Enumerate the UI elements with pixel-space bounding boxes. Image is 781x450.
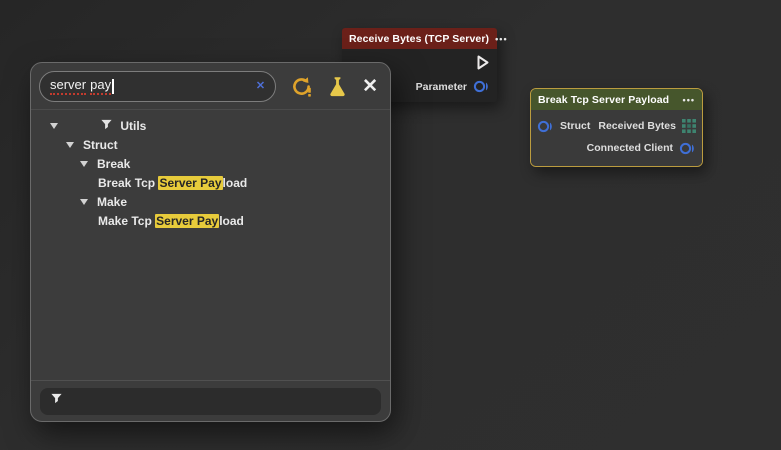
flask-icon[interactable]: [328, 76, 347, 97]
search-match-highlight: Server Pay: [155, 214, 219, 228]
pin-label-received-bytes: Received Bytes: [598, 120, 676, 132]
node-body: Struct Received Bytes: [531, 110, 702, 166]
tree-item-break-tcp-server-payload[interactable]: Break Tcp Server Payload: [31, 173, 390, 192]
node-menu-dots[interactable]: •••: [683, 95, 695, 105]
search-results-tree: Utils Struct Break Break Tcp Server Payl…: [31, 110, 390, 230]
parameter-output-pin[interactable]: [473, 80, 490, 93]
filter-funnel-icon: [50, 392, 63, 410]
expander-arrow-icon[interactable]: [80, 161, 88, 167]
pin-label-parameter: Parameter: [416, 81, 467, 93]
search-input-text: server pay: [50, 77, 114, 95]
tree-item-utils[interactable]: Utils: [31, 116, 390, 135]
expander-arrow-icon[interactable]: [50, 123, 58, 129]
node-header[interactable]: Receive Bytes (TCP Server) •••: [342, 28, 497, 49]
action-search-popup: server pay ✕ ✕: [30, 62, 391, 422]
tree-item-struct[interactable]: Struct: [31, 135, 390, 154]
node-break-tcp-server-payload[interactable]: Break Tcp Server Payload ••• Struct Rece…: [530, 88, 703, 167]
connected-client-output-pin[interactable]: [679, 142, 696, 155]
graph-canvas[interactable]: Receive Bytes (TCP Server) ••• Parameter: [0, 0, 781, 450]
search-input[interactable]: server pay ✕: [39, 71, 276, 102]
text-caret: [112, 79, 114, 94]
tree-item-make[interactable]: Make: [31, 192, 390, 211]
clear-search-icon[interactable]: ✕: [256, 81, 265, 92]
node-menu-dots[interactable]: •••: [495, 34, 507, 44]
received-bytes-array-output-pin[interactable]: [682, 119, 696, 133]
refresh-warning-icon[interactable]: [290, 75, 313, 98]
pin-label-connected-client: Connected Client: [587, 142, 673, 154]
popup-footer: [31, 380, 390, 421]
footer-filter-bar[interactable]: [40, 388, 381, 415]
expander-arrow-icon[interactable]: [66, 142, 74, 148]
tree-item-make-tcp-server-payload[interactable]: Make Tcp Server Payload: [31, 211, 390, 230]
search-match-highlight: Server Pay: [158, 176, 222, 190]
struct-input-pin[interactable]: [537, 120, 554, 133]
exec-output-pin[interactable]: [476, 54, 490, 76]
close-icon[interactable]: ✕: [362, 77, 378, 96]
node-title: Break Tcp Server Payload: [538, 94, 669, 106]
tree-item-break[interactable]: Break: [31, 154, 390, 173]
expander-arrow-icon[interactable]: [80, 199, 88, 205]
pin-label-struct: Struct: [560, 120, 590, 132]
node-header[interactable]: Break Tcp Server Payload •••: [531, 89, 702, 110]
node-title: Receive Bytes (TCP Server): [349, 33, 489, 45]
